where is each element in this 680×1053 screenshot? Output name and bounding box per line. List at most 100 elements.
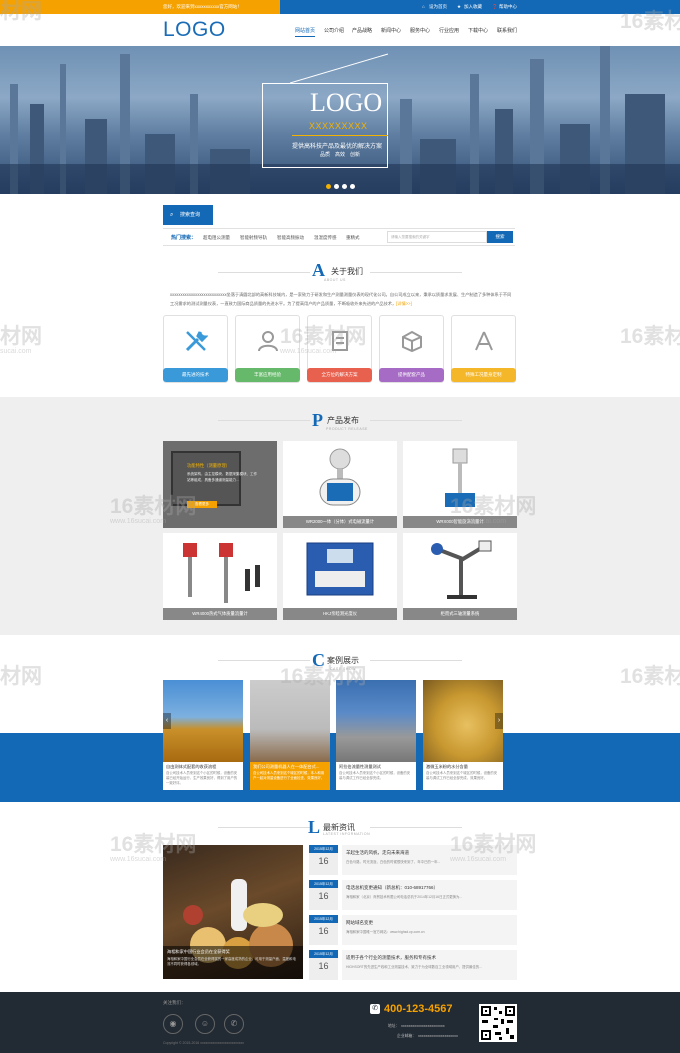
gas-meter-image: [183, 543, 260, 603]
case-title: 自由测体式配套的收获流程: [166, 764, 217, 769]
search-button[interactable]: 搜索: [487, 231, 513, 243]
flowmeter-image: [319, 448, 361, 506]
watermark: 16素材网: [620, 665, 680, 688]
case-title: 激微玉米粉的水分含量: [426, 764, 468, 769]
watermark-url: www.16sucai.com: [280, 348, 337, 355]
case-image: [163, 680, 243, 762]
search-input[interactable]: 请输入您要搜索的关键字: [387, 231, 487, 243]
nav-about[interactable]: 公司介绍: [324, 27, 344, 34]
news-item-desc: 海相和家（北京）商贸技术有限公司电话总机于2014年12月16日正式更换为...: [346, 895, 463, 899]
weibo-button[interactable]: ◉: [163, 1014, 183, 1034]
section-divider: [218, 420, 310, 421]
search-tab[interactable]: ⌕ 搜索查询: [163, 205, 213, 225]
slider-dot-1[interactable]: [326, 184, 331, 189]
user-icon: [258, 331, 278, 352]
watermark-url: www.16sucai.com: [110, 518, 167, 525]
case-image: [250, 680, 330, 762]
product-card[interactable]: WR2000一体（分体）式电磁流量计: [283, 441, 397, 528]
qq-button[interactable]: ✆: [224, 1014, 244, 1034]
star-icon: ★: [457, 4, 462, 9]
nav-home[interactable]: 网站首页: [295, 27, 316, 37]
about-more-link[interactable]: [详情>>]: [396, 301, 412, 306]
watermark: 材网: [0, 665, 42, 688]
section-divider: [370, 272, 462, 273]
case-desc: 自公司技术人员来到这个小区的时候，设备的安装已经开始运行，生产效果良好，得到了用…: [166, 771, 238, 785]
news-day: 16: [318, 856, 329, 866]
hot-keyword[interactable]: 重精式: [346, 235, 360, 241]
feature-button[interactable]: 丰富应用经验: [235, 368, 300, 382]
case-next-arrow[interactable]: ›: [495, 713, 503, 729]
nav-news[interactable]: 新闻中心: [381, 27, 401, 34]
case-card[interactable]: 自由测体式配套的收获流程 自公司技术人员来到这个小区的时候，设备的安装已经开始运…: [163, 680, 243, 790]
nav-download[interactable]: 下载中心: [468, 27, 488, 34]
nav-service[interactable]: 服务中心: [410, 27, 430, 34]
hot-keyword[interactable]: 智能高频振动: [277, 235, 304, 241]
case-card[interactable]: 阿拉伯流量性测量测试 自公司技术人员来到这个小区的时候，设备的安装与调试工作已经…: [336, 680, 416, 790]
product-card[interactable]: WR4000热式气体质量流量计: [163, 533, 277, 620]
news-day: 16: [318, 891, 329, 901]
site-logo[interactable]: LOGO: [163, 18, 226, 42]
news-date: 2015年12月 16: [309, 915, 338, 945]
news-item[interactable]: 2015年12月 16 网站域名变更 海相和家中国唯一官方网站：www.highsd…: [309, 915, 517, 945]
news-day: 16: [318, 961, 329, 971]
product-card[interactable]: HKJ亲睦测光度仪: [283, 533, 397, 620]
phone-icon: ✆: [370, 1004, 380, 1014]
feature-button[interactable]: 全方位的解决方案: [307, 368, 372, 382]
news-body: 适用于各个行业的测量技术，服务和专有技术 HIGHSORT的先进生产线和工业测量技…: [342, 950, 517, 980]
news-year-month: 2015年12月: [309, 950, 338, 958]
help-center-link[interactable]: 帮助中心: [499, 0, 517, 14]
case-card[interactable]: 激微玉米粉的水分含量 自公司技术人员来到这个城区的时候，设备的安装与调试工作已经…: [423, 680, 503, 790]
feature-button[interactable]: 特殊工况量身定制: [451, 368, 516, 382]
banner-slogan: 提供高科技产品及最优的解决方案: [292, 144, 383, 150]
watermark-url: sucai.com: [0, 348, 32, 355]
feature-button[interactable]: 提供配套产品: [379, 368, 444, 382]
banner-subtitle: XXXXXXXXX: [309, 121, 368, 131]
hot-keyword[interactable]: 智能射频导轨: [240, 235, 267, 241]
watermark: 16素材网: [280, 665, 367, 688]
news-item-title: 适用于各个行业的测量技术，服务和专有技术: [346, 955, 436, 960]
hot-keyword[interactable]: 超电阻公测量: [203, 235, 230, 241]
watermark: 16素材网: [620, 325, 680, 348]
section-divider: [218, 827, 310, 828]
watermark: 16素材网: [450, 495, 537, 518]
banner-tag-2: 高效: [335, 152, 346, 158]
slider-dot-2[interactable]: [334, 184, 339, 189]
nav-industry[interactable]: 行业应用: [439, 27, 459, 34]
watermark: 16素材网: [110, 495, 197, 518]
nav-strategy[interactable]: 产品战略: [352, 27, 372, 34]
banner-divider: [292, 135, 388, 136]
about-text-body: xxxxxxxxxxxxxxxxxxxxxxxxxxx坐落于清圆北部的高新科技城…: [170, 292, 512, 306]
news-item[interactable]: 2015年12月 16 适用于各个行业的测量技术，服务和专有技术 HIGHSORT的…: [309, 950, 517, 980]
feature-button[interactable]: 最先进的技术: [163, 368, 228, 382]
news-subtitle: LATEST INFORMATION: [323, 832, 371, 836]
hot-keyword[interactable]: 温湿度传感: [314, 235, 337, 241]
case-prev-arrow[interactable]: ‹: [163, 713, 171, 729]
product-caption: 柜而式三轴测量系统: [403, 608, 517, 620]
set-homepage-link[interactable]: 设为首页: [429, 0, 447, 14]
news-item[interactable]: 2015年12月 16 电话总机变更通知（新总机：010-68917766） 海相和…: [309, 880, 517, 910]
section-divider: [218, 272, 310, 273]
watermark: 16素材网: [280, 325, 367, 348]
news-featured-desc: 海相和家中国行业会员在全获得奖的一家高度成熟的企业，可用于测量户面、温度和电流不…: [167, 957, 296, 966]
watermark-url: www.16sucai.com: [450, 518, 507, 525]
qq-icon: ✆: [230, 1019, 238, 1028]
address-label: 地址：: [388, 1024, 400, 1028]
help-icon: ❓: [492, 4, 498, 9]
watermark-url: www.16sucai.com: [450, 856, 507, 863]
compass-icon: [475, 331, 493, 351]
case-desc: 自公司技术人员来到这个城区的时候，本人和用户一起对测量设备进行了全面检查，效果良…: [253, 771, 325, 780]
slider-dot-3[interactable]: [342, 184, 347, 189]
product-caption: HKJ亲睦测光度仪: [283, 608, 397, 620]
box-icon: [402, 330, 422, 353]
measuring-system-image: [431, 540, 492, 599]
case-card[interactable]: 我们公司测量机器人在一体配台式... 自公司技术人员来到这个城区的时候，本人和用…: [250, 680, 330, 790]
wechat-button[interactable]: ☺: [195, 1014, 215, 1034]
product-card[interactable]: 柜而式三轴测量系统: [403, 533, 517, 620]
welcome-text: 您好，欢迎来到xxxxxxxxxxx官方网站！: [0, 0, 280, 14]
nav-contact[interactable]: 联系我们: [497, 27, 517, 34]
add-favorite-link[interactable]: 加入收藏: [464, 0, 482, 14]
news-date: 2015年12月 16: [309, 950, 338, 980]
hotline: 400-123-4567: [384, 1003, 453, 1015]
news-item-title: 电话总机变更通知（新总机：010-68917766）: [346, 885, 439, 890]
slider-dot-4[interactable]: [350, 184, 355, 189]
